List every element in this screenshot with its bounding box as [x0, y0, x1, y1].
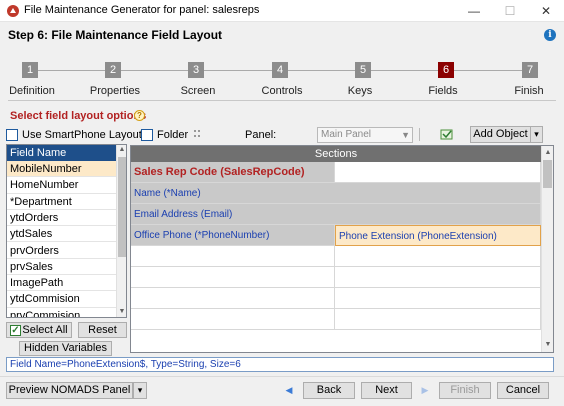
grid-cell[interactable] [335, 288, 541, 309]
scroll-up-icon[interactable]: ▲ [542, 148, 553, 158]
preview-dropdown[interactable]: ▾ [133, 382, 147, 399]
list-item[interactable]: ytdSales [7, 226, 117, 243]
grid-scrollbar[interactable]: ▲ ▼ [541, 146, 553, 352]
step-2-label: Properties [89, 85, 141, 97]
back-button[interactable]: Back [303, 382, 355, 399]
grid-cell[interactable] [131, 288, 335, 309]
step-7-label: Finish [514, 85, 544, 97]
toolbar-separator [419, 128, 420, 141]
step-4-label: Controls [261, 85, 303, 97]
list-item[interactable]: MobileNumber [7, 161, 117, 178]
smartphone-layout-checkbox[interactable] [6, 129, 18, 141]
list-item[interactable]: prvSales [7, 259, 117, 276]
first-page-icon[interactable]: ◀ [284, 385, 294, 395]
grid-cell-selected[interactable]: Phone Extension (PhoneExtension) [335, 225, 541, 246]
app-icon [7, 5, 19, 17]
next-button[interactable]: Next [361, 382, 412, 399]
list-item[interactable]: *Department [7, 194, 117, 210]
last-page-icon: ▶ [421, 385, 429, 395]
grid-cell[interactable]: Name (*Name) [131, 183, 541, 204]
hidden-variables-button[interactable]: Hidden Variables [19, 341, 112, 356]
list-item[interactable]: ImagePath [7, 275, 117, 292]
list-item[interactable]: prvOrders [7, 243, 117, 259]
folder-label: Folder [157, 129, 189, 141]
list-item[interactable]: ytdCommision [7, 291, 117, 308]
close-button[interactable]: ✕ [528, 0, 564, 22]
step-2-box[interactable]: 2 [105, 62, 121, 78]
grid-cell[interactable]: Office Phone (*PhoneNumber) [131, 225, 335, 246]
panel-select-value: Main Panel [321, 129, 372, 140]
step-1-box[interactable]: 1 [22, 62, 38, 78]
grid-cell[interactable] [131, 246, 335, 267]
folder-checkbox[interactable] [141, 129, 153, 141]
window-title: File Maintenance Generator for panel: sa… [24, 4, 260, 16]
step-5-label: Keys [347, 85, 373, 97]
checkmark-icon: ✓ [10, 325, 21, 336]
scroll-down-icon[interactable]: ▼ [542, 340, 553, 350]
maximize-button[interactable]: ☐ [492, 0, 528, 22]
step-3-label: Screen [180, 85, 216, 97]
grid-cell[interactable] [335, 162, 541, 183]
header-divider [8, 100, 556, 101]
add-object-dropdown[interactable]: ▾ [530, 126, 543, 143]
grid-cell[interactable] [131, 267, 335, 288]
list-item[interactable]: HomeNumber [7, 177, 117, 194]
panel-label: Panel: [245, 129, 277, 141]
step-6-label: Fields [428, 85, 458, 97]
drag-grip-icon [194, 130, 200, 137]
field-info-status: Field Name=PhoneExtension$, Type=String,… [6, 357, 554, 372]
scroll-up-icon[interactable]: ▲ [117, 145, 126, 155]
field-list[interactable]: Field Name MobileNumber HomeNumber *Depa… [6, 144, 127, 318]
step-title: Step 6: File Maintenance Field Layout [8, 28, 223, 42]
scroll-thumb[interactable] [543, 160, 552, 188]
help-icon[interactable]: ? [134, 110, 145, 121]
field-list-scrollbar[interactable]: ▲ ▼ [116, 145, 126, 317]
grid-cell[interactable] [335, 267, 541, 288]
grid-cell[interactable] [131, 309, 335, 330]
step-1-label: Definition [9, 85, 55, 97]
add-object-button[interactable]: Add Object [470, 126, 531, 143]
finish-button: Finish [439, 382, 491, 399]
chevron-down-icon: ▼ [401, 130, 410, 140]
step-4-box[interactable]: 4 [272, 62, 288, 78]
list-item[interactable]: ytdOrders [7, 210, 117, 227]
panel-select[interactable]: Main Panel ▼ [317, 127, 413, 143]
info-icon[interactable]: i [544, 29, 556, 41]
minimize-button[interactable]: — [456, 0, 492, 22]
grid-cell[interactable]: Sales Rep Code (SalesRepCode) [131, 162, 335, 183]
smartphone-layout-label: Use SmartPhone Layout [22, 129, 142, 141]
step-3-box[interactable]: 3 [188, 62, 204, 78]
field-list-header: Field Name [7, 145, 117, 161]
scroll-thumb[interactable] [118, 157, 126, 257]
reset-button[interactable]: Reset [78, 322, 127, 338]
sections-grid[interactable]: Sections Sales Rep Code (SalesRepCode) N… [130, 145, 554, 353]
grid-cell[interactable]: Email Address (Email) [131, 204, 541, 225]
step-7-box[interactable]: 7 [522, 62, 538, 78]
refresh-icon[interactable] [440, 127, 454, 141]
preview-button[interactable]: Preview NOMADS Panel [6, 382, 133, 399]
section-title: Select field layout options [10, 110, 147, 122]
scroll-down-icon[interactable]: ▼ [117, 307, 126, 317]
grid-header: Sections [131, 146, 541, 162]
cancel-button[interactable]: Cancel [497, 382, 549, 399]
select-all-button[interactable]: ✓ Select All [6, 322, 72, 338]
step-6-box[interactable]: 6 [438, 62, 454, 78]
grid-cell[interactable] [335, 309, 541, 330]
grid-cell[interactable] [335, 246, 541, 267]
step-5-box[interactable]: 5 [355, 62, 371, 78]
list-item[interactable]: prvCommision [7, 308, 117, 317]
select-all-label: Select All [22, 324, 68, 336]
